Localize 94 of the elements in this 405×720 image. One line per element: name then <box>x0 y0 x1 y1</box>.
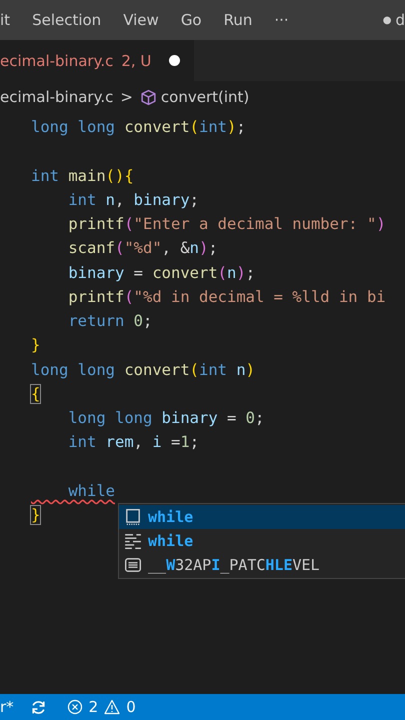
code-token: = <box>170 433 180 452</box>
window-title: d <box>395 11 405 29</box>
code-token: binary <box>160 409 218 427</box>
warning-count[interactable]: 0 <box>126 698 136 716</box>
code-token: ; <box>236 118 246 136</box>
code-token: = <box>132 264 144 282</box>
code-token: n <box>190 239 200 258</box>
code-token: int <box>67 433 96 452</box>
code-token: long <box>31 360 68 378</box>
error-icon <box>66 699 83 715</box>
code-token: scanf <box>67 239 115 258</box>
code-token: ( <box>124 215 134 233</box>
code-token: 0 <box>132 312 143 330</box>
suggestion-label: while <box>148 532 194 550</box>
code-token: ) <box>227 118 236 136</box>
code-token: 1 <box>180 433 190 452</box>
sync-icon[interactable] <box>30 698 47 716</box>
branch-name[interactable]: r* <box>0 698 14 716</box>
menu-item[interactable]: Go <box>170 11 213 29</box>
breadcrumb-separator: > <box>120 88 133 106</box>
code-token: ( <box>218 264 227 282</box>
warning-icon <box>104 699 120 715</box>
suggestion-item[interactable]: __W32API_PATCHLEVEL <box>119 553 405 577</box>
code-token: return <box>67 312 124 330</box>
code-token: ) <box>199 239 208 258</box>
code-token: i <box>152 433 162 452</box>
menu-item[interactable]: it <box>0 11 22 29</box>
code-token: long <box>76 360 115 378</box>
code-token: printf <box>67 288 124 306</box>
code-token: ; <box>190 433 200 452</box>
code-token: main <box>67 166 106 184</box>
code-token: , <box>115 190 126 209</box>
code-token: n <box>227 264 236 282</box>
code-token: convert <box>123 118 190 136</box>
code-token: rem <box>104 433 134 452</box>
code-token: ; <box>246 264 256 282</box>
code-token: ) <box>246 360 256 378</box>
suggestion-label: __W32API_PATCHLEVEL <box>148 556 320 574</box>
code-token: ; <box>208 239 218 258</box>
suggestion-item[interactable]: while <box>119 529 405 553</box>
tab-status: 2, U <box>121 52 152 70</box>
code-token: ; <box>143 312 152 330</box>
code-token: = <box>226 409 238 427</box>
code-token: convert <box>123 360 190 378</box>
menu-item[interactable]: ··· <box>263 11 300 29</box>
code-token: ; <box>255 409 264 427</box>
code-token: } <box>31 336 40 354</box>
breadcrumb-file[interactable]: ecimal-binary.c <box>0 88 114 106</box>
error-count[interactable]: 2 <box>88 698 98 716</box>
code-token: long <box>76 118 115 136</box>
code-token: n <box>235 360 246 378</box>
code-token: ( <box>190 118 199 136</box>
code-token: long <box>67 409 106 427</box>
code-token: ) <box>236 264 246 282</box>
tab-filename: ecimal-binary.c <box>0 52 114 70</box>
code-token: n <box>104 190 115 209</box>
text-icon <box>124 556 142 574</box>
code-token: binary <box>134 190 190 209</box>
menu-item[interactable]: Selection <box>21 11 112 29</box>
code-token: { <box>31 384 40 403</box>
code-token: binary <box>67 264 124 282</box>
code-token: (){ <box>106 166 134 184</box>
menu-item[interactable]: View <box>112 11 170 29</box>
code-token: long <box>114 409 152 427</box>
suggestion-label: while <box>148 508 194 526</box>
unsaved-dot-icon[interactable] <box>169 55 180 66</box>
code-token: ) <box>376 215 386 233</box>
code-token: 0 <box>246 409 255 427</box>
code-token: ( <box>190 360 199 378</box>
code-token: printf <box>67 215 124 233</box>
code-token: ( <box>115 239 124 258</box>
menu-item[interactable]: Run <box>212 11 264 29</box>
breadcrumb-symbol[interactable]: convert(int) <box>160 88 250 106</box>
cube-icon <box>140 88 157 106</box>
code-token: } <box>31 506 40 524</box>
code-token: "Enter a decimal number: " <box>134 215 376 233</box>
code-token: int <box>31 166 59 184</box>
code-token: "%d" <box>124 239 162 258</box>
modified-dot: ● <box>382 14 392 26</box>
code-token: , <box>134 433 144 452</box>
code-token: ( <box>124 288 134 306</box>
code-token: while <box>67 482 115 500</box>
code-token: long <box>31 118 68 136</box>
editor-tab[interactable]: ecimal-binary.c 2, U <box>0 40 194 81</box>
keyword-icon <box>124 508 142 526</box>
code-token: "%d in decimal = %lld in bi <box>134 288 386 306</box>
code-token: int <box>67 190 96 209</box>
code-token: convert <box>152 264 218 282</box>
code-token: int <box>199 118 227 136</box>
snippet-icon <box>124 532 142 550</box>
code-token: ; <box>190 190 200 209</box>
code-token: , & <box>162 239 190 258</box>
code-token: int <box>199 360 227 378</box>
suggestion-item[interactable]: while <box>119 505 405 529</box>
